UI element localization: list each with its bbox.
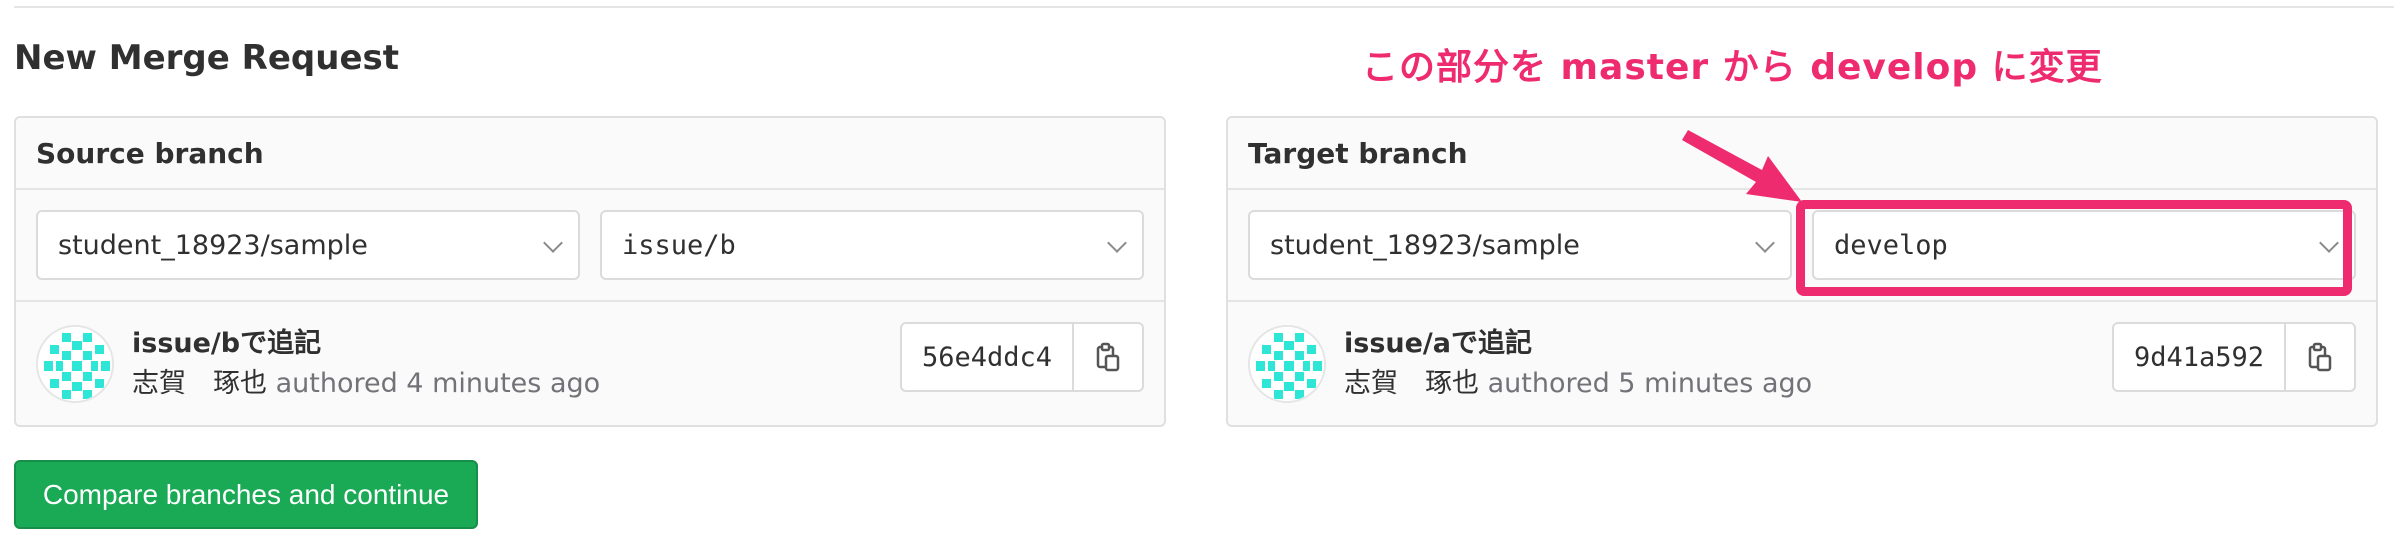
source-selects-row: student_18923/sample issue/b [16,190,1164,302]
target-sha-group: 9d41a592 [2111,322,2356,392]
source-commit-meta: 志賀 琢也 authored 4 minutes ago [132,364,600,404]
target-project-label: student_18923/sample [1270,229,1580,261]
clipboard-copy-icon [2308,342,2332,372]
target-commit-text: issue/aで追記 志賀 琢也 authored 5 minutes ago [1344,324,1812,404]
commit-author[interactable]: 志賀 琢也 [1344,368,1479,399]
source-project-label: student_18923/sample [58,229,368,261]
commit-authored-time: authored 4 minutes ago [275,367,601,399]
target-commit-meta: 志賀 琢也 authored 5 minutes ago [1344,364,1812,404]
annotation-arrow [1682,130,1802,202]
source-branch-panel: Source branch student_18923/sample issue… [14,116,1166,427]
chevron-down-icon [1755,233,1775,253]
source-branch-label: issue/b [622,229,736,261]
avatar[interactable] [1248,324,1326,403]
identicon-avatar [1250,326,1324,401]
chevron-down-icon [543,233,563,253]
source-branch-header: Source branch [16,118,1164,190]
copy-sha-button[interactable] [1074,324,1142,390]
source-project-dropdown[interactable]: student_18923/sample [36,210,580,280]
annotation-highlight-box [1796,200,2352,296]
identicon-avatar [38,326,112,401]
target-project-dropdown[interactable]: student_18923/sample [1248,210,1792,280]
copy-sha-button[interactable] [2286,324,2354,390]
clipboard-copy-icon [1096,342,1120,372]
source-sha-group: 56e4ddc4 [899,322,1144,392]
top-divider [14,6,2394,8]
avatar[interactable] [36,324,114,403]
source-branch-dropdown[interactable]: issue/b [600,210,1144,280]
commit-authored-time: authored 5 minutes ago [1487,367,1813,399]
source-commit-row: issue/bで追記 志賀 琢也 authored 4 minutes ago … [16,302,1164,425]
compare-branches-button[interactable]: Compare branches and continue [14,460,478,529]
commit-author[interactable]: 志賀 琢也 [132,368,267,399]
chevron-down-icon [1107,233,1127,253]
page-title: New Merge Request [14,38,399,78]
source-commit-title[interactable]: issue/bで追記 [132,324,600,364]
source-commit-sha[interactable]: 56e4ddc4 [902,324,1074,390]
target-commit-row: issue/aで追記 志賀 琢也 authored 5 minutes ago … [1228,302,2376,425]
annotation-note: この部分を master から develop に変更 [1362,47,2103,88]
target-commit-title[interactable]: issue/aで追記 [1344,324,1812,364]
source-commit-text: issue/bで追記 志賀 琢也 authored 4 minutes ago [132,324,600,404]
target-commit-sha[interactable]: 9d41a592 [2114,324,2286,390]
